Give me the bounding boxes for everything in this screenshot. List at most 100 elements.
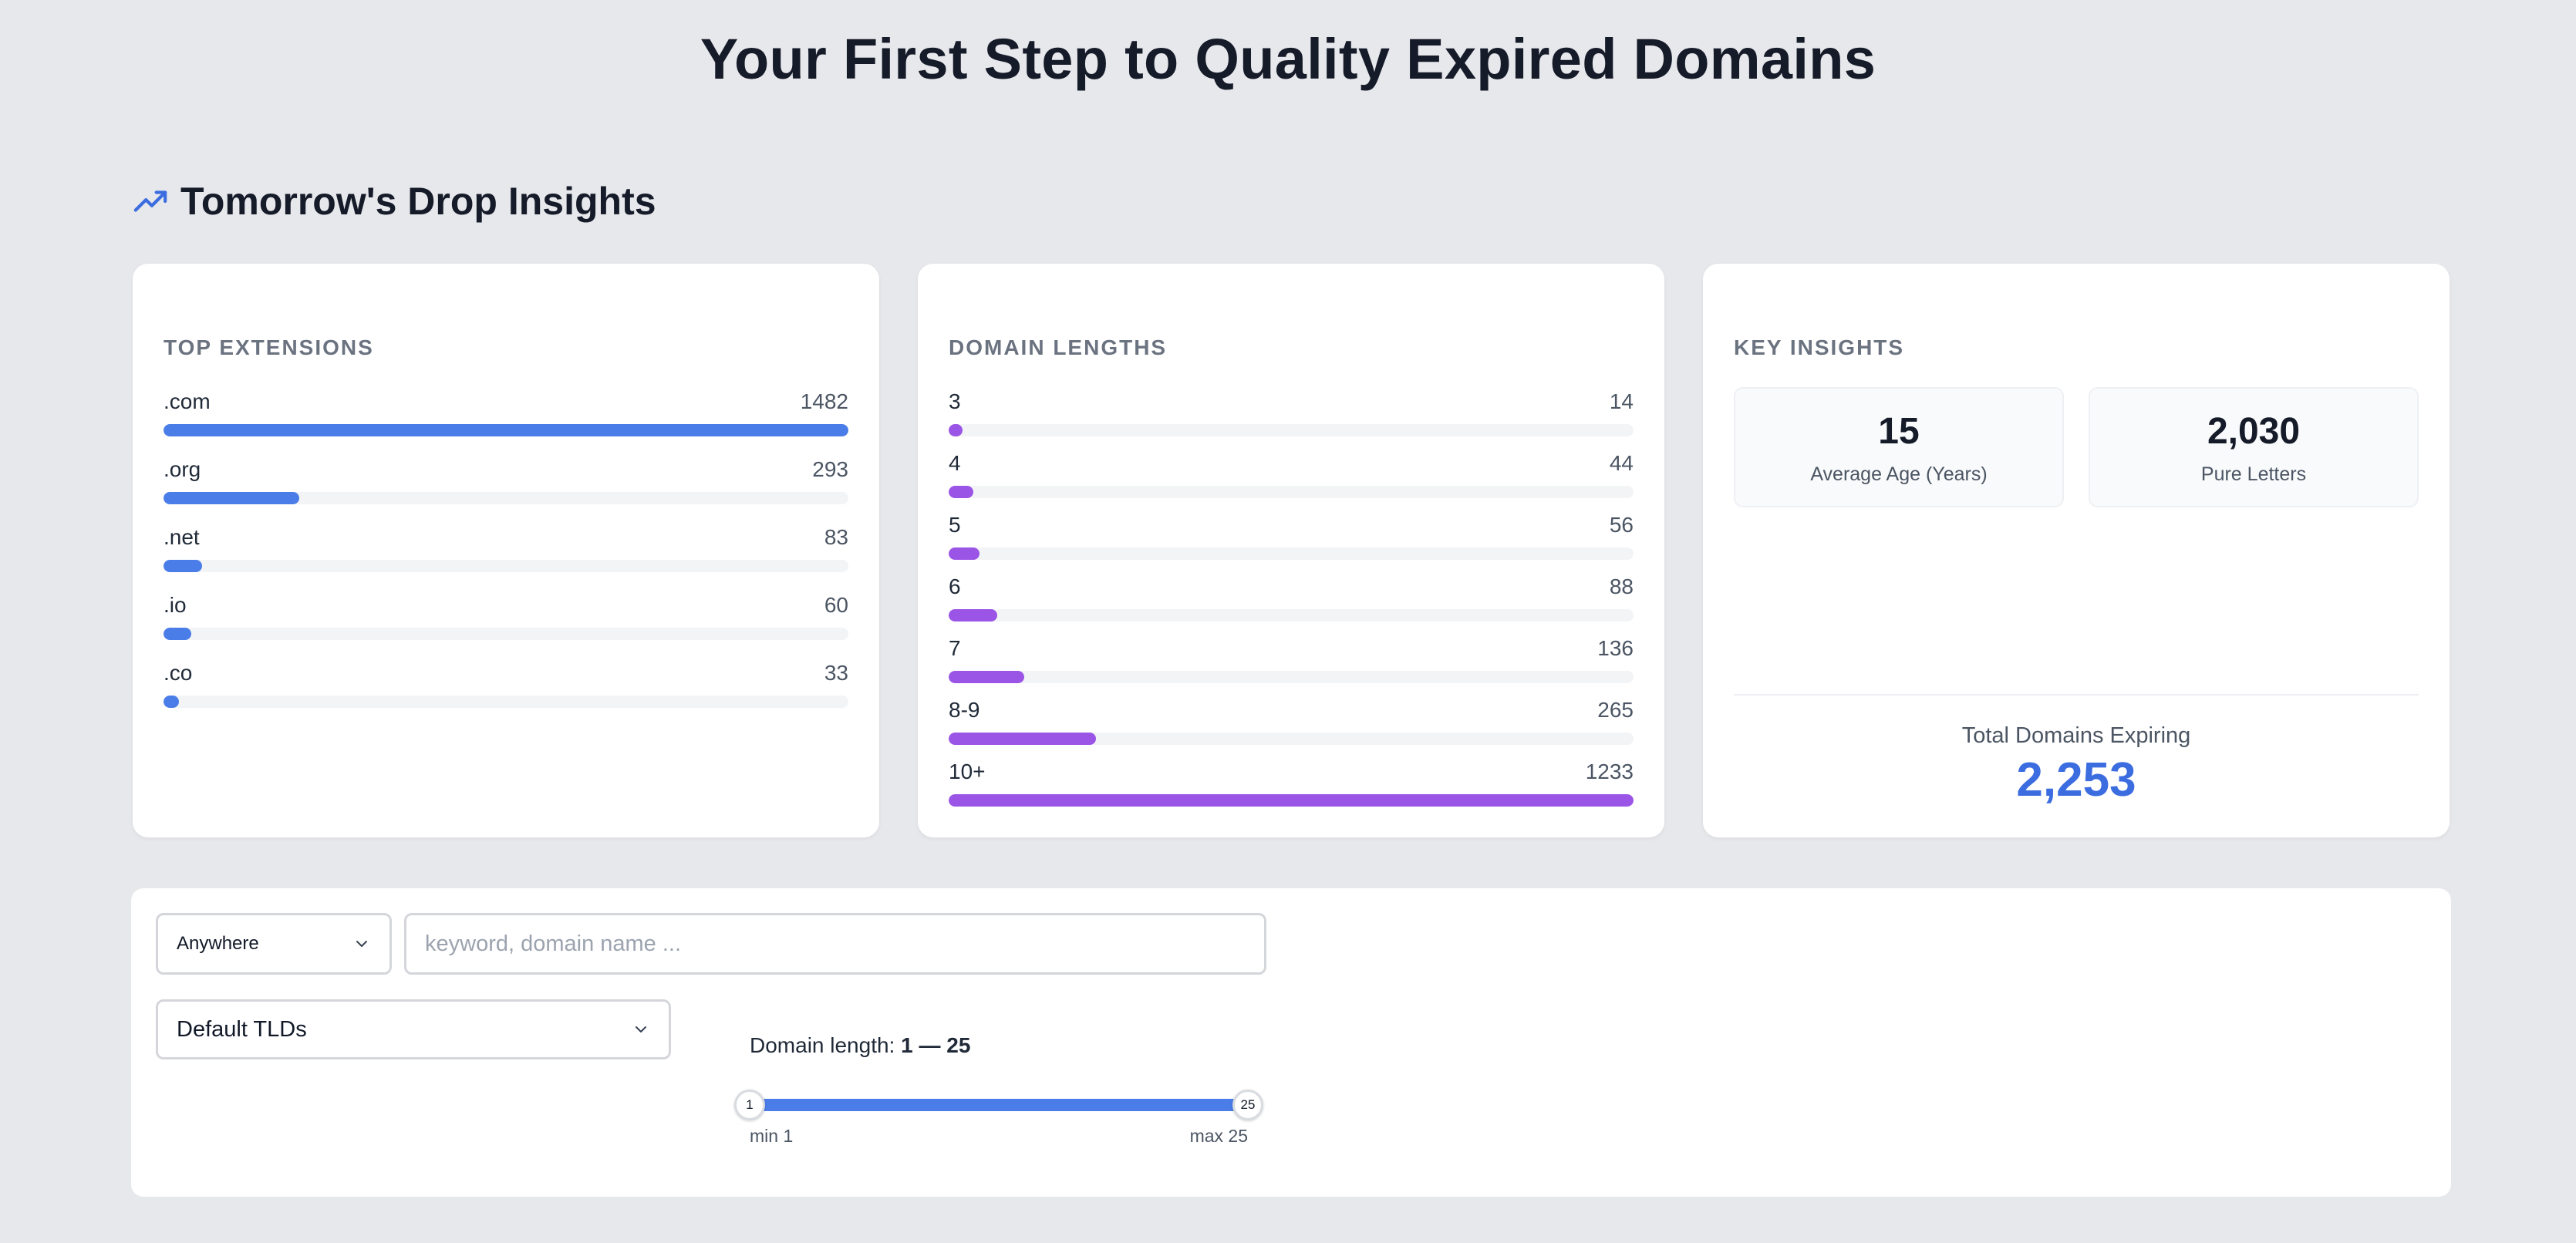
extension-bar-track bbox=[164, 628, 848, 640]
length-row: 4 44 bbox=[949, 450, 1634, 477]
length-row: 5 56 bbox=[949, 512, 1634, 538]
top-extensions-list: .com 1482 .org 293 .net 83 .io 60 .co 33 bbox=[164, 389, 848, 728]
keyword-search-input[interactable] bbox=[404, 913, 1266, 975]
domain-lengths-card: DOMAIN LENGTHS 3 14 4 44 5 56 6 88 7 136 8-9 265 10+… bbox=[918, 264, 1664, 837]
length-item: 10+ 1233 bbox=[949, 759, 1634, 820]
extension-label: .net bbox=[164, 525, 200, 549]
length-bar-fill bbox=[949, 733, 1096, 745]
extension-row: .io 60 bbox=[164, 592, 848, 618]
extension-item: .org 293 bbox=[164, 456, 848, 524]
extension-count: 33 bbox=[824, 661, 848, 685]
insights-title: Tomorrow's Drop Insights bbox=[180, 180, 656, 223]
length-bar-track bbox=[949, 733, 1634, 745]
length-item: 3 14 bbox=[949, 389, 1634, 450]
extension-count: 1482 bbox=[800, 389, 848, 413]
length-row: 3 14 bbox=[949, 389, 1634, 415]
extension-count: 293 bbox=[812, 457, 848, 481]
length-bar-fill bbox=[949, 547, 980, 560]
pure-letters-label: Pure Letters bbox=[2200, 463, 2307, 485]
key-insights-title: KEY INSIGHTS bbox=[1734, 335, 1905, 359]
page-title: Your First Step to Quality Expired Domai… bbox=[700, 27, 1876, 91]
domain-length-label: Domain length: 1 — 25 bbox=[750, 1033, 970, 1058]
extension-label: .io bbox=[164, 593, 187, 617]
domain-length-range: 1 — 25 bbox=[901, 1033, 971, 1057]
extension-row: .org 293 bbox=[164, 456, 848, 483]
length-count: 56 bbox=[1609, 513, 1634, 537]
domain-length-max-handle[interactable]: 25 bbox=[1232, 1090, 1263, 1120]
length-count: 265 bbox=[1597, 698, 1634, 722]
trend-up-icon bbox=[133, 190, 167, 212]
extension-count: 83 bbox=[824, 525, 848, 549]
average-age-stat: 15 Average Age (Years) bbox=[1734, 387, 2064, 507]
extension-row: .net 83 bbox=[164, 524, 848, 551]
length-row: 7 136 bbox=[949, 635, 1634, 662]
length-bar-track bbox=[949, 671, 1634, 683]
length-item: 8-9 265 bbox=[949, 697, 1634, 759]
domain-length-min-handle[interactable]: 1 bbox=[734, 1090, 765, 1120]
length-label: 5 bbox=[949, 513, 961, 537]
length-label: 3 bbox=[949, 389, 961, 413]
length-bar-track bbox=[949, 609, 1634, 622]
length-bar-track bbox=[949, 424, 1634, 436]
extension-item: .net 83 bbox=[164, 524, 848, 592]
insights-heading: Tomorrow's Drop Insights bbox=[133, 174, 656, 228]
top-extensions-card: TOP EXTENSIONS .com 1482 .org 293 .net 83 .io 6… bbox=[133, 264, 879, 837]
length-item: 6 88 bbox=[949, 574, 1634, 635]
length-bar-track bbox=[949, 794, 1634, 807]
length-bar-fill bbox=[949, 609, 998, 622]
average-age-value: 15 bbox=[1878, 411, 1920, 452]
pure-letters-value: 2,030 bbox=[2207, 411, 2301, 452]
length-item: 5 56 bbox=[949, 512, 1634, 574]
extension-item: .co 33 bbox=[164, 660, 848, 728]
length-bar-fill bbox=[949, 794, 1634, 807]
extension-bar-fill bbox=[164, 492, 299, 504]
length-label: 8-9 bbox=[949, 698, 980, 722]
key-insights-card: KEY INSIGHTS 15 Average Age (Years) 2,03… bbox=[1703, 264, 2450, 837]
domain-lengths-title: DOMAIN LENGTHS bbox=[949, 335, 1168, 359]
extension-bar-track bbox=[164, 424, 848, 436]
extension-item: .io 60 bbox=[164, 592, 848, 660]
extension-label: .com bbox=[164, 389, 211, 413]
length-bar-fill bbox=[949, 671, 1024, 683]
length-bar-track bbox=[949, 547, 1634, 560]
length-bar-fill bbox=[949, 486, 973, 498]
length-item: 4 44 bbox=[949, 450, 1634, 512]
slider-max-label: max 25 bbox=[1189, 1126, 1248, 1146]
extension-row: .com 1482 bbox=[164, 389, 848, 415]
insights-divider bbox=[1734, 694, 2419, 696]
length-bar-fill bbox=[949, 424, 963, 436]
length-bar-track bbox=[949, 486, 1634, 498]
total-domains-value: 2,253 bbox=[2016, 753, 2136, 807]
tld-select-value: Default TLDs bbox=[177, 1016, 307, 1042]
extension-label: .org bbox=[164, 457, 201, 481]
extension-bar-track bbox=[164, 696, 848, 708]
length-label: 6 bbox=[949, 574, 961, 598]
length-count: 44 bbox=[1609, 451, 1634, 475]
extension-label: .co bbox=[164, 661, 193, 685]
top-extensions-title: TOP EXTENSIONS bbox=[164, 335, 374, 359]
domain-length-slider-track[interactable] bbox=[750, 1099, 1248, 1111]
slider-min-label: min 1 bbox=[750, 1126, 794, 1146]
pure-letters-stat: 2,030 Pure Letters bbox=[2089, 387, 2419, 507]
average-age-label: Average Age (Years) bbox=[1810, 463, 1988, 485]
search-panel: Anywhere Default TLDs Domain length: 1 —… bbox=[131, 888, 2451, 1197]
scope-select[interactable]: Anywhere bbox=[156, 913, 392, 975]
extension-row: .co 33 bbox=[164, 660, 848, 686]
length-count: 1233 bbox=[1585, 760, 1634, 783]
chevron-down-icon bbox=[356, 941, 367, 947]
tld-select[interactable]: Default TLDs bbox=[156, 999, 671, 1059]
length-label: 7 bbox=[949, 636, 961, 660]
extension-bar-fill bbox=[164, 424, 848, 436]
scope-select-value: Anywhere bbox=[177, 933, 259, 954]
length-row: 8-9 265 bbox=[949, 697, 1634, 723]
chevron-down-icon bbox=[636, 1026, 646, 1032]
length-item: 7 136 bbox=[949, 635, 1634, 697]
extension-bar-track bbox=[164, 560, 848, 572]
length-count: 14 bbox=[1609, 389, 1634, 413]
total-domains-label: Total Domains Expiring bbox=[1961, 723, 2191, 748]
domain-lengths-list: 3 14 4 44 5 56 6 88 7 136 8-9 265 10+ 1233 bbox=[949, 389, 1634, 820]
extension-bar-fill bbox=[164, 560, 202, 572]
length-row: 6 88 bbox=[949, 574, 1634, 600]
length-count: 88 bbox=[1609, 574, 1634, 598]
extension-bar-fill bbox=[164, 696, 179, 708]
